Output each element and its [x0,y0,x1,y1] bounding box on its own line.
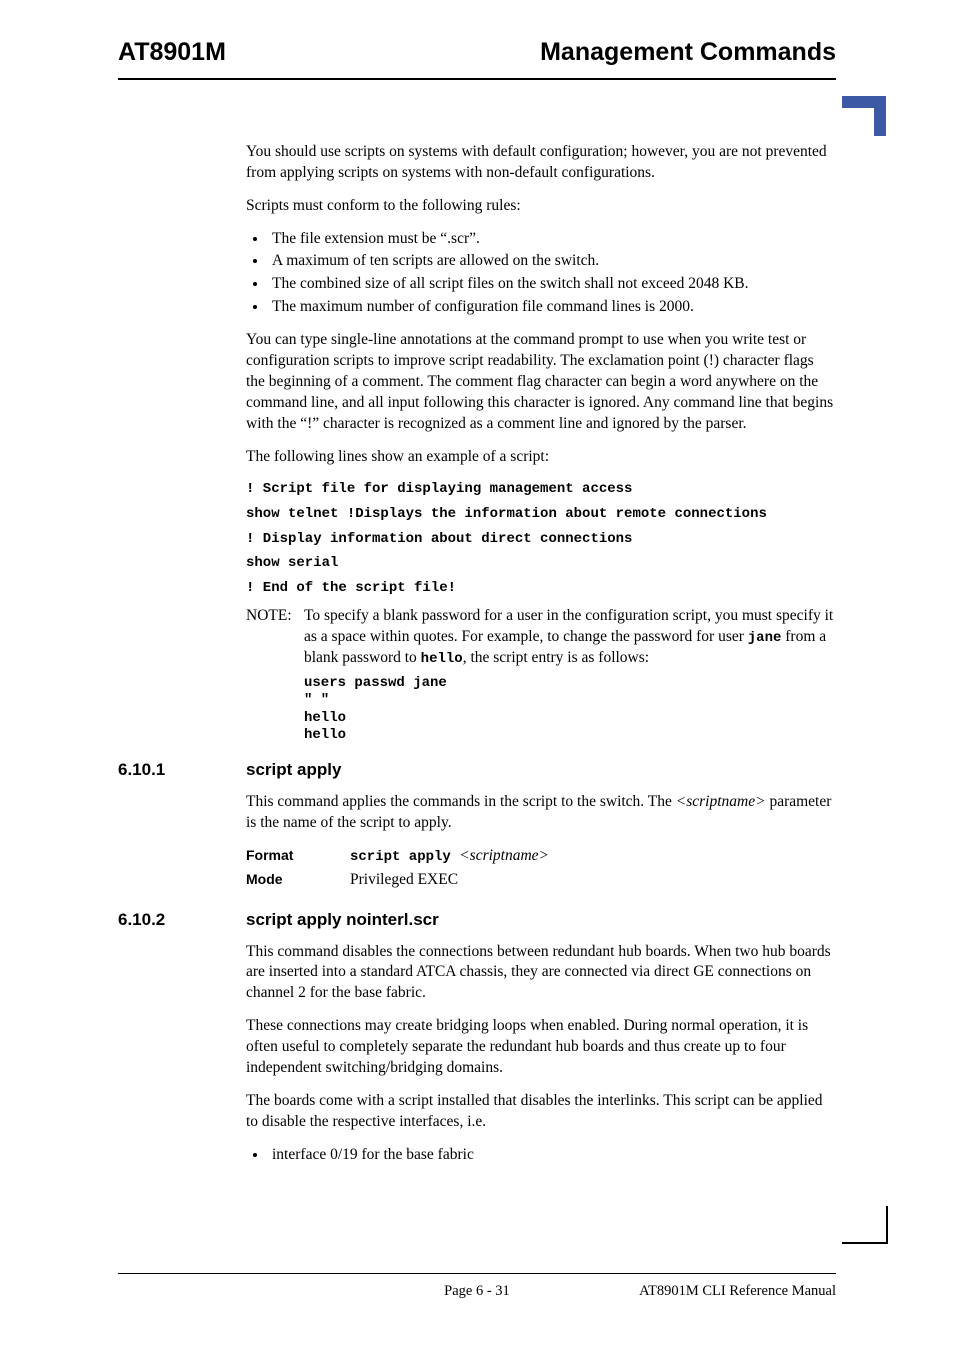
paragraph: These connections may create bridging lo… [246,1016,836,1079]
inline-code: hello [421,651,463,667]
header-left-title: AT8901M [118,36,226,70]
note-block: NOTE: To specify a blank password for a … [246,606,836,669]
script-line: ! Script file for displaying management … [246,480,836,499]
italic-arg: <scriptname> [676,793,766,810]
def-value: Privileged EXEC [350,870,836,891]
body-content: You should use scripts on systems with d… [246,142,836,745]
def-value: script apply <scriptname> [350,846,836,867]
note-code-block: users passwd jane " " hello hello [304,675,836,745]
section-heading: 6.10.1 script apply [118,759,836,782]
section-title: script apply [246,759,341,782]
list-item: The combined size of all script files on… [268,274,836,295]
section-title: script apply nointerl.scr [246,909,439,932]
mode-row: Mode Privileged EXEC [246,870,836,891]
section-heading: 6.10.2 script apply nointerl.scr [118,909,836,932]
header-right-title: Management Commands [540,36,836,70]
paragraph: You can type single-line annotations at … [246,330,836,435]
command-text: script apply [350,849,459,865]
note-body: To specify a blank password for a user i… [304,606,836,669]
list-item: interface 0/19 for the base fabric [268,1145,836,1166]
def-label: Mode [246,870,350,891]
text: This command applies the commands in the… [246,793,676,810]
list-item: A maximum of ten scripts are allowed on … [268,251,836,272]
rules-list: The file extension must be “.scr”. A max… [246,229,836,319]
page-header: AT8901M Management Commands [118,36,836,80]
format-row: Format script apply <scriptname> [246,846,836,867]
list-item: The file extension must be “.scr”. [268,229,836,250]
paragraph: Scripts must conform to the following ru… [246,196,836,217]
command-arg: <scriptname> [459,847,549,864]
paragraph: You should use scripts on systems with d… [246,142,836,184]
interface-list: interface 0/19 for the base fabric [246,1145,836,1166]
list-item: The maximum number of configuration file… [268,297,836,318]
note-text: , the script entry is as follows: [463,649,649,666]
inline-code: jane [748,630,782,646]
paragraph: The boards come with a script installed … [246,1091,836,1133]
section-number: 6.10.2 [118,909,246,932]
script-line: show serial [246,554,836,573]
script-line: ! Display information about direct conne… [246,530,836,549]
script-line: ! End of the script file! [246,579,836,598]
paragraph: This command applies the commands in the… [246,792,836,834]
paragraph: This command disables the connections be… [246,942,836,1005]
corner-ornament-bottom [842,1206,892,1250]
def-label: Format [246,846,350,867]
footer-page-number: Page 6 - 31 [118,1282,836,1302]
section-number: 6.10.1 [118,759,246,782]
page-footer: Page 6 - 31 AT8901M CLI Reference Manual [118,1273,836,1302]
paragraph: The following lines show an example of a… [246,447,836,468]
note-label: NOTE: [246,606,304,669]
corner-ornament-top [842,96,892,140]
script-line: show telnet !Displays the information ab… [246,505,836,524]
